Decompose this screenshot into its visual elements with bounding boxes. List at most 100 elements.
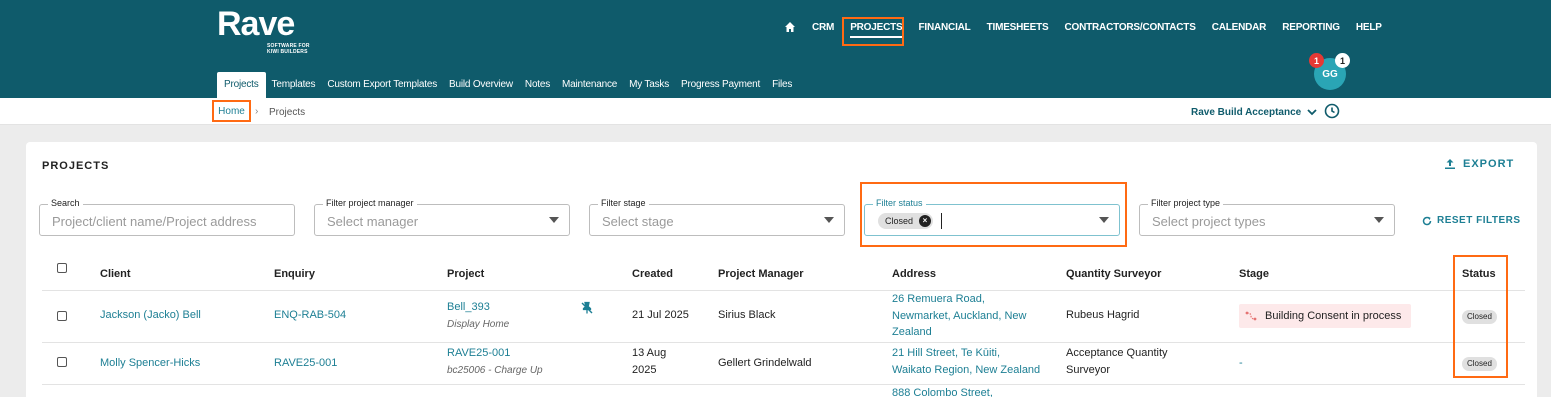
- col-client[interactable]: Client: [100, 268, 131, 280]
- select-all-checkbox[interactable]: [57, 263, 67, 273]
- logo-tagline: SOFTWARE FOR KIWI BUILDERS: [267, 43, 310, 55]
- tab-notes[interactable]: Notes: [519, 72, 556, 98]
- tab-my-tasks[interactable]: My Tasks: [623, 72, 675, 98]
- nav-calendar[interactable]: CALENDAR: [1212, 22, 1267, 33]
- stage-filter-placeholder: Select stage: [602, 214, 674, 229]
- created-date: 21 Jul 2025: [632, 309, 689, 321]
- address-line-1[interactable]: 888 Colombo Street,: [892, 385, 993, 397]
- filter-stage-select[interactable]: Filter stage Select stage: [589, 198, 845, 236]
- col-address[interactable]: Address: [892, 268, 936, 280]
- quantity-surveyor: Rubeus Hagrid: [1066, 309, 1140, 321]
- nav-reporting[interactable]: REPORTING: [1282, 22, 1340, 33]
- pin-off-icon[interactable]: [580, 301, 594, 315]
- nav-help[interactable]: HELP: [1356, 22, 1382, 33]
- tab-custom-export-templates[interactable]: Custom Export Templates: [321, 72, 443, 98]
- home-icon[interactable]: [784, 20, 798, 34]
- breadcrumb-current: Projects: [269, 107, 306, 118]
- manager-filter-placeholder: Select manager: [327, 214, 419, 229]
- stage-badge: Building Consent in process: [1239, 304, 1412, 328]
- col-enquiry[interactable]: Enquiry: [274, 268, 315, 280]
- address-line-3[interactable]: Zealand: [892, 324, 932, 341]
- top-navigation-bar: Rave SOFTWARE FOR KIWI BUILDERS CRM PROJ…: [0, 0, 1551, 98]
- tab-templates[interactable]: Templates: [266, 72, 322, 98]
- nav-crm[interactable]: CRM: [812, 22, 834, 33]
- table-row[interactable]: Jackson (Jacko) Bell ENQ-RAB-504 Bell_39…: [42, 291, 1525, 343]
- message-badge[interactable]: 1: [1335, 53, 1350, 68]
- dropdown-caret-icon: [1374, 217, 1384, 223]
- stage-label: Building Consent in process: [1265, 310, 1402, 322]
- tab-build-overview[interactable]: Build Overview: [443, 72, 519, 98]
- address-line-2[interactable]: Newmarket, Auckland, New: [892, 308, 1027, 325]
- project-type: Display Home: [447, 319, 510, 330]
- projects-card: PROJECTS EXPORT Search Project/client na…: [26, 142, 1537, 397]
- nav-contractors-contacts[interactable]: CONTRACTORS/CONTACTS: [1065, 22, 1196, 33]
- history-clock-icon[interactable]: [1324, 103, 1340, 119]
- tab-projects[interactable]: Projects: [217, 72, 266, 98]
- breadcrumb-home[interactable]: Home: [212, 100, 251, 122]
- col-stage[interactable]: Stage: [1239, 268, 1269, 280]
- enquiry-link[interactable]: RAVE25-001: [274, 355, 337, 372]
- tab-progress-payment[interactable]: Progress Payment: [675, 72, 766, 98]
- breadcrumb-separator: ›: [255, 106, 259, 117]
- highlight-status-column: [1453, 255, 1508, 378]
- refresh-icon: [1422, 216, 1432, 225]
- project-type: bc25006 - Charge Up: [447, 365, 543, 376]
- company-name: Rave Build Acceptance: [1191, 107, 1302, 118]
- created-date-line-2: 2025: [632, 364, 657, 376]
- dropdown-caret-icon: [549, 217, 559, 223]
- company-selector[interactable]: Rave Build Acceptance: [1191, 107, 1317, 118]
- col-created[interactable]: Created: [632, 268, 673, 280]
- col-project-manager[interactable]: Project Manager: [718, 268, 804, 280]
- quantity-surveyor-line-1: Acceptance Quantity: [1066, 347, 1168, 359]
- row-checkbox[interactable]: [57, 311, 67, 321]
- upload-icon: [1445, 159, 1455, 169]
- breadcrumb: Home › Projects Rave Build Acceptance: [0, 98, 1551, 125]
- export-label: EXPORT: [1463, 158, 1515, 170]
- address-line-1[interactable]: 26 Remuera Road,: [892, 291, 985, 308]
- export-button[interactable]: EXPORT: [1444, 158, 1514, 170]
- row-checkbox[interactable]: [57, 357, 67, 367]
- quantity-surveyor-line-2: Surveyor: [1066, 364, 1111, 376]
- stage-filter-label: Filter stage: [598, 198, 649, 208]
- chevron-down-icon: [1307, 109, 1317, 116]
- type-filter-label: Filter project type: [1148, 198, 1224, 208]
- search-placeholder: Project/client name/Project address: [52, 214, 257, 229]
- client-link[interactable]: Jackson (Jacko) Bell: [100, 307, 201, 324]
- type-filter-placeholder: Select project types: [1152, 214, 1266, 229]
- created-date-line-1: 13 Aug: [632, 347, 667, 359]
- nav-timesheets[interactable]: TIMESHEETS: [987, 22, 1049, 33]
- enquiry-link[interactable]: ENQ-RAB-504: [274, 307, 346, 324]
- project-manager: Gellert Grindelwald: [718, 357, 812, 369]
- client-link[interactable]: Molly Spencer-Hicks: [100, 355, 200, 372]
- tab-maintenance[interactable]: Maintenance: [556, 72, 623, 98]
- col-project[interactable]: Project: [447, 268, 484, 280]
- tab-files[interactable]: Files: [766, 72, 798, 98]
- reset-filters-label: RESET FILTERS: [1437, 215, 1521, 226]
- project-manager: Sirius Black: [718, 309, 776, 321]
- address-line-2[interactable]: Waikato Region, New Zealand: [892, 362, 1040, 379]
- table-header: Client Enquiry Project Created Project M…: [42, 254, 1525, 291]
- table-row[interactable]: Molly Spencer-Hicks RAVE25-001 RAVE25-00…: [42, 343, 1525, 385]
- stage-empty: -: [1239, 357, 1243, 369]
- progress-route-icon: [1245, 311, 1257, 321]
- project-link[interactable]: Bell_393: [447, 299, 490, 316]
- page-title: PROJECTS: [42, 160, 110, 172]
- search-input[interactable]: Search Project/client name/Project addre…: [39, 198, 295, 236]
- manager-filter-label: Filter project manager: [323, 198, 417, 208]
- search-label: Search: [48, 198, 83, 208]
- logo-wordmark: Rave: [217, 5, 295, 43]
- reset-filters-button[interactable]: RESET FILTERS: [1422, 215, 1521, 226]
- nav-financial[interactable]: FINANCIAL: [919, 22, 971, 33]
- sub-nav: Projects Templates Custom Export Templat…: [217, 72, 798, 98]
- filter-project-type-select[interactable]: Filter project type Select project types: [1139, 198, 1395, 236]
- table-row[interactable]: 888 Colombo Street,: [42, 385, 1525, 397]
- highlight-filter-status: [860, 182, 1127, 247]
- address-line-1[interactable]: 21 Hill Street, Te Kūiti,: [892, 345, 1000, 362]
- filter-project-manager-select[interactable]: Filter project manager Select manager: [314, 198, 570, 236]
- dropdown-caret-icon: [824, 217, 834, 223]
- highlight-projects-nav: [842, 17, 904, 46]
- rave-logo[interactable]: Rave SOFTWARE FOR KIWI BUILDERS: [217, 5, 309, 55]
- col-quantity-surveyor[interactable]: Quantity Surveyor: [1066, 268, 1161, 280]
- project-link[interactable]: RAVE25-001: [447, 345, 510, 362]
- notification-badge[interactable]: 1: [1309, 53, 1324, 68]
